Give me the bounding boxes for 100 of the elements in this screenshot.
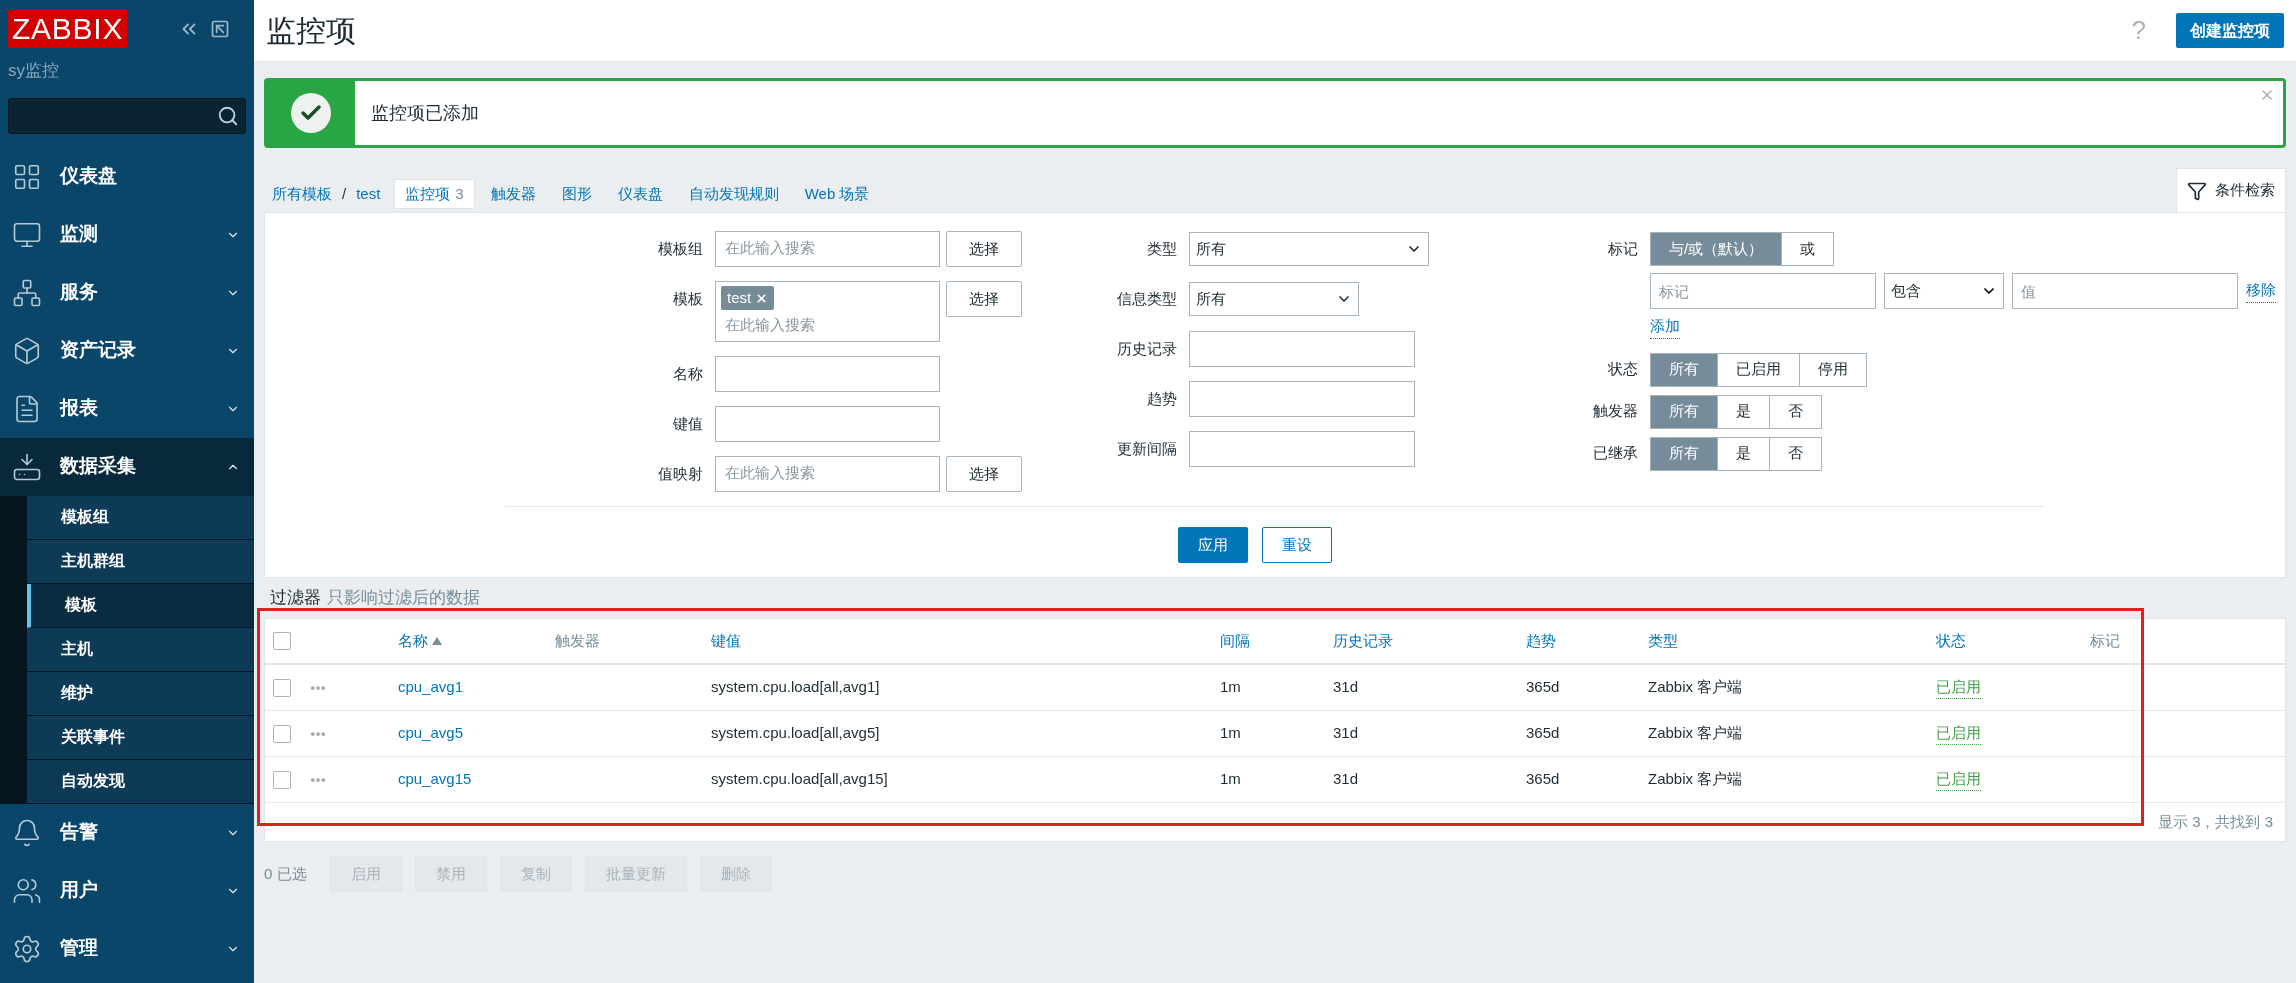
- field-label: 趋势: [1147, 388, 1177, 409]
- text-field[interactable]: [715, 406, 940, 442]
- tag-field[interactable]: 标记: [1650, 273, 1876, 309]
- field-label: 更新间隔: [1117, 438, 1177, 459]
- submenu-item[interactable]: 关联事件: [27, 715, 254, 760]
- select-button[interactable]: 选择: [946, 456, 1022, 492]
- column-header[interactable]: 类型: [1648, 629, 1678, 653]
- search-field[interactable]: [8, 97, 246, 134]
- multiselect-field[interactable]: 在此输入搜索: [715, 456, 940, 492]
- reset-button[interactable]: 重设: [1262, 527, 1332, 563]
- segment-option[interactable]: 否: [1769, 394, 1822, 429]
- field-label: 状态: [1608, 359, 1638, 380]
- menu-item[interactable]: 服务: [0, 263, 254, 322]
- menu-label: 仪表盘: [60, 164, 117, 189]
- menu-item[interactable]: 仪表盘: [0, 147, 254, 206]
- segment-option[interactable]: 是: [1717, 436, 1770, 471]
- remove-link[interactable]: 移除: [2246, 279, 2276, 303]
- download-icon: [12, 451, 42, 482]
- breadcrumb-link[interactable]: test: [356, 182, 381, 206]
- segment-option[interactable]: 与/或（默认）: [1650, 232, 1783, 266]
- text-field[interactable]: [1189, 331, 1415, 367]
- table-cell-text: system.cpu.load[all,avg15]: [711, 769, 888, 790]
- segment-option[interactable]: 是: [1717, 394, 1770, 429]
- segment-option[interactable]: 停用: [1799, 352, 1867, 387]
- operator-select[interactable]: 包含: [1884, 273, 2004, 309]
- item-name-link[interactable]: cpu_avg15: [398, 768, 472, 791]
- checkbox[interactable]: [273, 632, 291, 650]
- checkbox[interactable]: [273, 724, 291, 743]
- field-label: 值映射: [658, 463, 703, 484]
- column-header[interactable]: 间隔: [1220, 629, 1250, 653]
- nav-tab[interactable]: Web 场景: [794, 179, 880, 209]
- menu-item[interactable]: 用户: [0, 861, 254, 920]
- close-icon[interactable]: [2259, 87, 2275, 103]
- menu-item[interactable]: 资产记录: [0, 321, 254, 380]
- table-cell-text: system.cpu.load[all,avg5]: [711, 723, 880, 744]
- column-header[interactable]: 历史记录: [1333, 629, 1393, 653]
- menu-label: 管理: [60, 936, 98, 961]
- field-label: 名称: [673, 363, 703, 384]
- submenu-item[interactable]: 维护: [27, 671, 254, 716]
- column-header[interactable]: 键值: [711, 629, 741, 653]
- segment-option[interactable]: 已启用: [1717, 352, 1800, 387]
- nav-tab[interactable]: 监控项 3: [394, 179, 475, 209]
- column-header[interactable]: 状态: [1936, 629, 1966, 653]
- select-field[interactable]: 所有: [1189, 232, 1429, 266]
- filter-tab[interactable]: 条件检索: [2176, 168, 2286, 212]
- select-button[interactable]: 选择: [946, 231, 1022, 267]
- segment-option[interactable]: 所有: [1650, 352, 1718, 387]
- submenu-item[interactable]: 自动发现: [27, 759, 254, 804]
- field-label: 模板: [673, 288, 703, 309]
- nav-tab[interactable]: 图形: [551, 179, 602, 209]
- value-field[interactable]: 值: [2012, 273, 2238, 309]
- multiselect-field[interactable]: test 在此输入搜索: [715, 281, 940, 342]
- menu-item[interactable]: 管理: [0, 919, 254, 978]
- menu-item[interactable]: 告警: [0, 803, 254, 862]
- tag-chip[interactable]: test: [721, 286, 775, 310]
- hierarchy-icon: [12, 277, 42, 308]
- segment-option[interactable]: 否: [1769, 436, 1822, 471]
- status-link[interactable]: 已启用: [1936, 721, 1981, 746]
- select-field[interactable]: 所有: [1189, 282, 1359, 316]
- menu-item[interactable]: 监测: [0, 205, 254, 264]
- field-label: 已继承: [1593, 443, 1638, 464]
- multiselect-field[interactable]: 在此输入搜索: [715, 231, 940, 267]
- apply-button[interactable]: 应用: [1178, 527, 1248, 563]
- select-button[interactable]: 选择: [946, 281, 1022, 317]
- nav-tab[interactable]: 自动发现规则: [678, 179, 789, 209]
- checkbox[interactable]: [273, 770, 291, 789]
- text-field[interactable]: [1189, 381, 1415, 417]
- field-label: 类型: [1147, 238, 1177, 259]
- text-field[interactable]: [715, 356, 940, 392]
- item-name-link[interactable]: cpu_avg1: [398, 676, 464, 699]
- column-header[interactable]: 趋势: [1526, 629, 1556, 653]
- status-link[interactable]: 已启用: [1936, 767, 1981, 792]
- kiosk-icon[interactable]: [210, 19, 230, 39]
- column-header: 标记: [2090, 630, 2120, 651]
- logo[interactable]: ZABBIX: [8, 10, 128, 48]
- segment-option[interactable]: 或: [1781, 232, 1835, 266]
- table-cell-text: 365d: [1526, 723, 1560, 744]
- placeholder: 在此输入搜索: [724, 238, 816, 258]
- submenu-item[interactable]: 模板组: [27, 495, 254, 540]
- menu-item[interactable]: 报表: [0, 379, 254, 438]
- submenu-item[interactable]: 主机: [27, 627, 254, 672]
- remove-icon[interactable]: [755, 291, 769, 305]
- table-cell-text: 365d: [1526, 769, 1560, 790]
- segment-option[interactable]: 所有: [1650, 436, 1718, 471]
- cube-icon: [12, 335, 42, 366]
- text-field[interactable]: [1189, 431, 1415, 467]
- status-link[interactable]: 已启用: [1936, 675, 1981, 700]
- segment-option[interactable]: 所有: [1650, 394, 1718, 429]
- nav-tab[interactable]: 触发器: [480, 179, 546, 209]
- add-link[interactable]: 添加: [1650, 315, 1680, 339]
- nav-tab[interactable]: 仪表盘: [607, 179, 673, 209]
- menu-label: 用户: [60, 878, 98, 903]
- breadcrumb-link[interactable]: 所有模板: [272, 182, 332, 206]
- checkbox[interactable]: [273, 678, 291, 697]
- submenu-item[interactable]: 模板: [27, 583, 254, 628]
- column-header[interactable]: 名称: [398, 629, 428, 653]
- submenu-item[interactable]: 主机群组: [27, 539, 254, 584]
- menu-item[interactable]: 数据采集: [0, 437, 254, 496]
- create-item-button[interactable]: 创建监控项: [2176, 13, 2284, 48]
- item-name-link[interactable]: cpu_avg5: [398, 722, 464, 745]
